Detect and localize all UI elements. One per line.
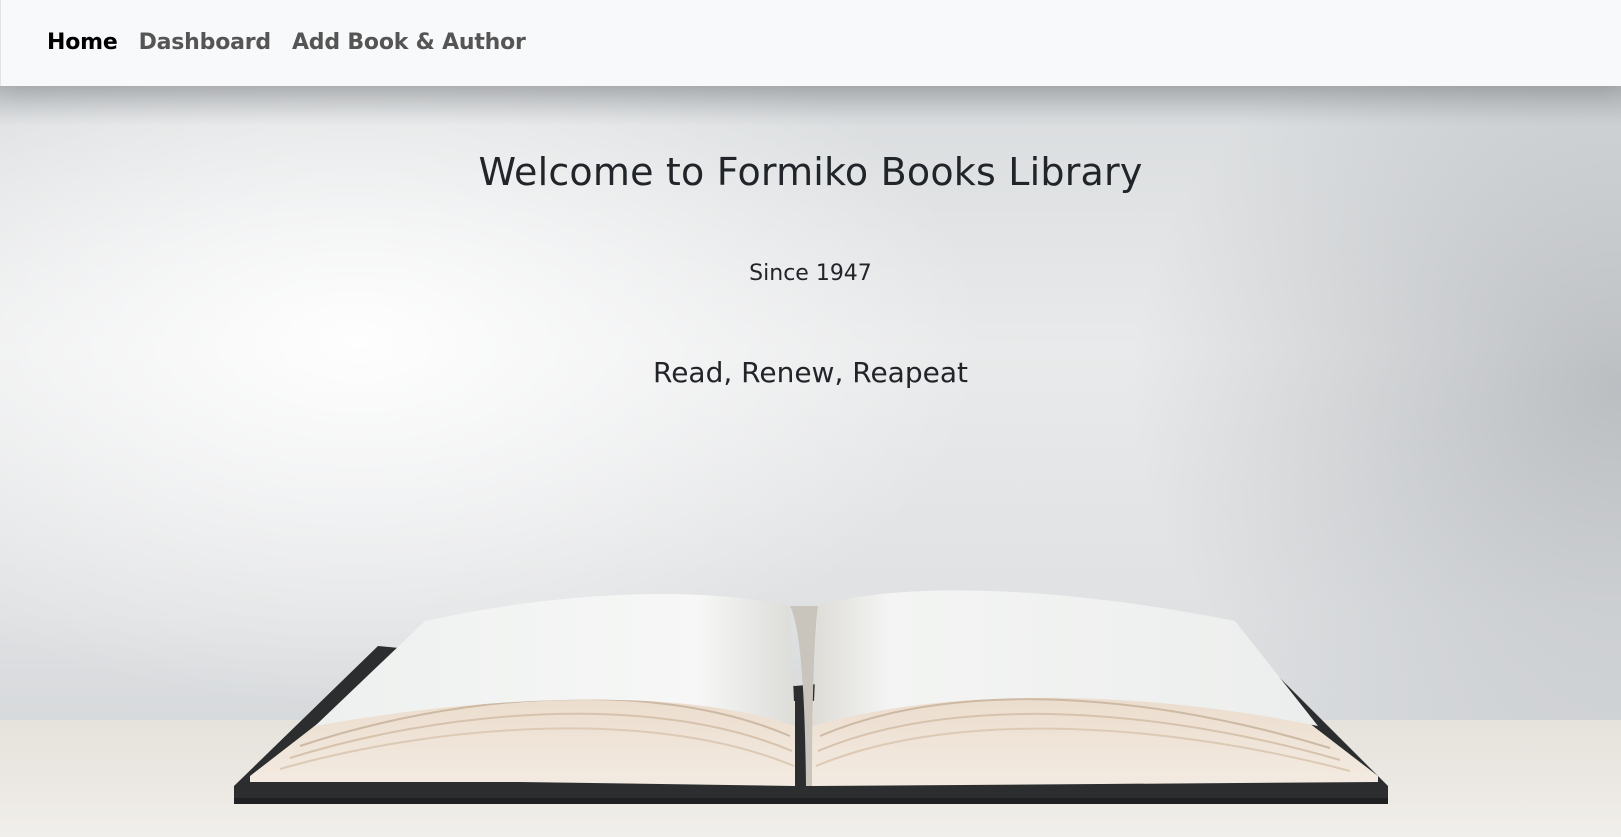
page-subtitle: Since 1947	[749, 261, 872, 286]
page-title: Welcome to Formiko Books Library	[478, 150, 1143, 194]
hero-banner: Welcome to Formiko Books Library Since 1…	[0, 86, 1621, 837]
top-navbar: Home Dashboard Add Book & Author	[0, 0, 1621, 86]
nav-dashboard-link[interactable]: Dashboard	[139, 32, 272, 54]
nav-home-link[interactable]: Home	[47, 32, 118, 54]
nav-add-book-author-link[interactable]: Add Book & Author	[292, 32, 526, 54]
page-tagline: Read, Renew, Reapeat	[653, 356, 968, 389]
open-book-image	[234, 590, 1388, 804]
